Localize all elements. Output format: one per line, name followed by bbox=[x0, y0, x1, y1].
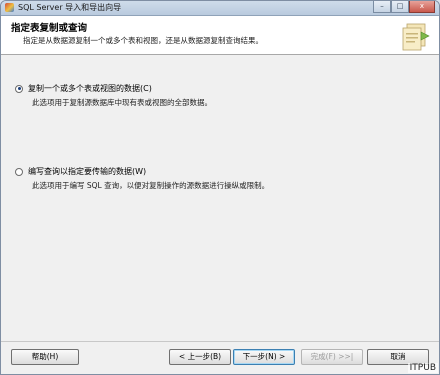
watermark: ITPUB bbox=[407, 363, 438, 373]
copy-tables-description: 此选项用于复制源数据库中现有表或视图的全部数据。 bbox=[32, 98, 212, 107]
wizard-content: 复制一个或多个表或视图的数据(C) 此选项用于复制源数据库中现有表或视图的全部数… bbox=[1, 55, 439, 342]
maximize-button[interactable]: □ bbox=[391, 1, 409, 13]
write-query-label[interactable]: 编写查询以指定要传输的数据(W) bbox=[28, 166, 146, 177]
write-query-description: 此选项用于编写 SQL 查询，以便对复制操作的源数据进行操纵或限制。 bbox=[32, 181, 270, 190]
copy-tables-label[interactable]: 复制一个或多个表或视图的数据(C) bbox=[28, 83, 152, 94]
close-button[interactable]: x bbox=[409, 1, 435, 13]
minimize-button[interactable]: – bbox=[373, 1, 391, 13]
wizard-window: SQL Server 导入和导出向导 – □ x 指定表复制或查询 指定是从数据… bbox=[0, 0, 440, 375]
copy-tables-radio[interactable] bbox=[15, 84, 23, 93]
write-query-radio[interactable] bbox=[15, 167, 23, 176]
window-controls: – □ x bbox=[373, 1, 435, 13]
help-button[interactable]: 帮助(H) bbox=[11, 349, 79, 365]
page-title: 指定表复制或查询 bbox=[11, 23, 88, 34]
finish-button[interactable]: 完成(F) >>| bbox=[301, 349, 363, 365]
title-bar[interactable]: SQL Server 导入和导出向导 – □ x bbox=[1, 1, 439, 16]
page-subtitle: 指定是从数据源复制一个或多个表和视图，还是从数据源复制查询结果。 bbox=[23, 36, 263, 45]
option-copy-tables[interactable]: 复制一个或多个表或视图的数据(C) bbox=[15, 83, 152, 94]
next-button[interactable]: 下一步(N) > bbox=[233, 349, 295, 365]
wizard-graphic-icon bbox=[402, 23, 430, 51]
window-title: SQL Server 导入和导出向导 bbox=[18, 3, 122, 12]
option-write-query[interactable]: 编写查询以指定要传输的数据(W) bbox=[15, 166, 146, 177]
back-button[interactable]: < 上一步(B) bbox=[169, 349, 231, 365]
wizard-header: 指定表复制或查询 指定是从数据源复制一个或多个表和视图，还是从数据源复制查询结果… bbox=[1, 16, 439, 55]
wizard-footer: 帮助(H) < 上一步(B) 下一步(N) > 完成(F) >>| 取消 bbox=[1, 341, 439, 374]
app-icon bbox=[5, 3, 14, 12]
